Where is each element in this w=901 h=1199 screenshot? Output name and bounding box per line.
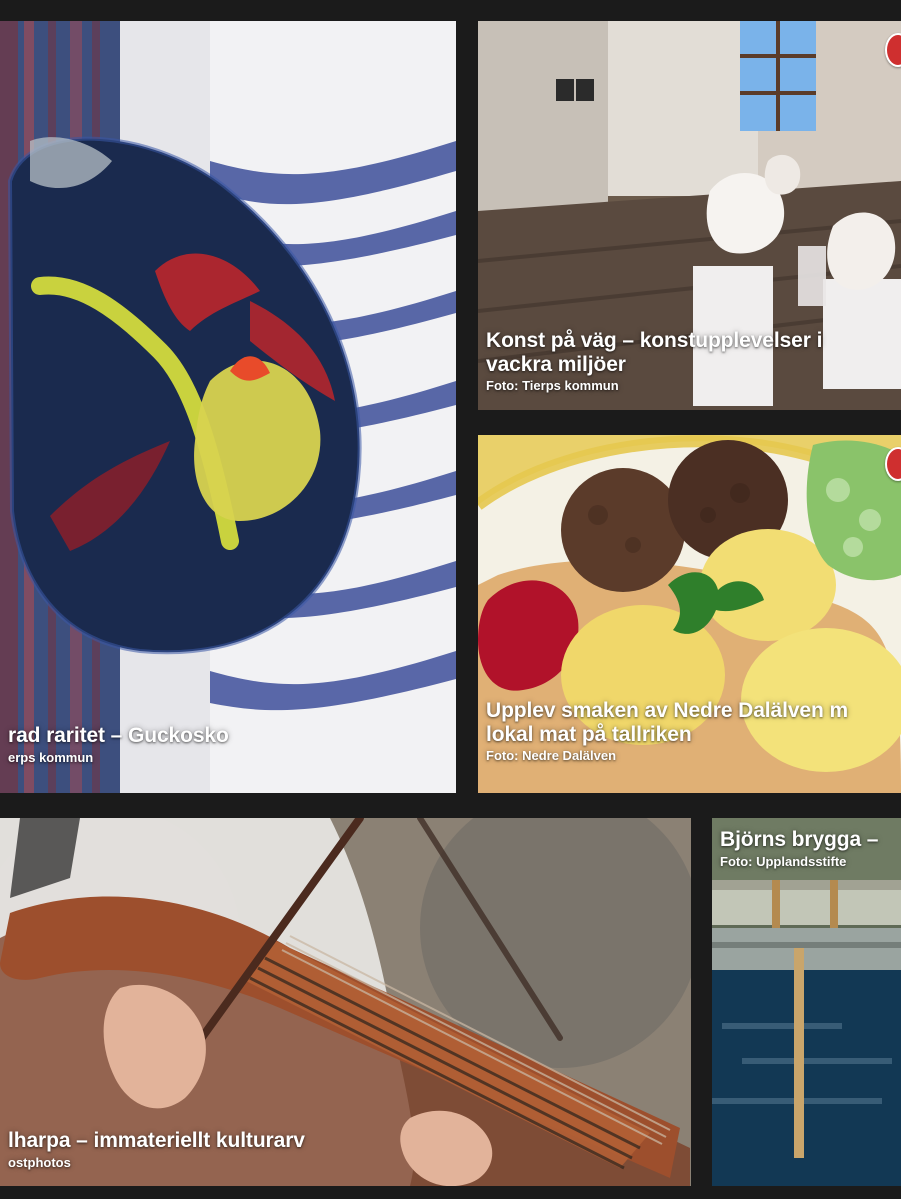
nyckelharpa-photo: [0, 818, 691, 1186]
brygga-photo: [712, 818, 901, 1186]
photo-tile-guckosko[interactable]: rad raritet – Guckosko erps kommun: [0, 21, 456, 793]
embroidery-photo: [0, 21, 456, 793]
food-photo: [478, 435, 901, 793]
photo-tile-konst[interactable]: Konst på väg – konstupplevelser i vackra…: [478, 21, 901, 410]
photo-tile-nyckelharpa[interactable]: lharpa – immateriellt kulturarv ostphoto…: [0, 818, 691, 1186]
gallery-photo: [478, 21, 901, 410]
photo-tile-brygga[interactable]: Björns brygga – Foto: Upplandsstifte: [712, 818, 901, 1186]
photo-tile-mat[interactable]: Upplev smaken av Nedre Dalälven m lokal …: [478, 435, 901, 793]
